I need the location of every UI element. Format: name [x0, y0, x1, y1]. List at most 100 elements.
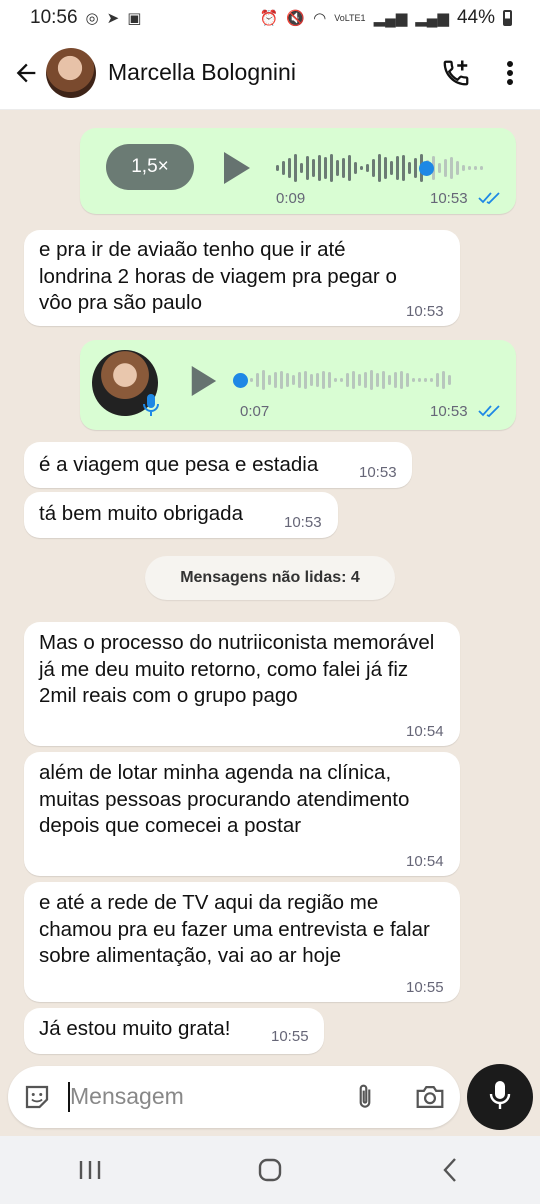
waveform-bar	[372, 159, 375, 177]
back-icon[interactable]	[420, 1145, 480, 1195]
waveform-bar	[388, 375, 391, 385]
network-label: VoLTE1	[334, 12, 366, 23]
waveform-bar	[294, 154, 297, 182]
waveform-bar	[334, 378, 337, 382]
chat-header: Marcella Bolognini	[0, 36, 540, 110]
add-call-icon[interactable]	[434, 51, 478, 95]
waveform-bar	[364, 372, 367, 388]
waveform-bar	[340, 378, 343, 382]
waveform-bar	[384, 157, 387, 179]
message-time: 10:53	[359, 464, 397, 481]
message-text: é a viagem que pesa e estadia	[39, 453, 319, 476]
waveform-bar	[418, 378, 421, 382]
waveform-bar	[456, 161, 459, 175]
message-bubble[interactable]: Mas o processo do nutriiconista memoráve…	[24, 622, 460, 746]
waveform-bar	[292, 375, 295, 385]
message-text: Já estou muito grata!	[39, 1017, 231, 1040]
audio-waveform[interactable]	[233, 364, 451, 396]
playback-position-knob[interactable]	[233, 373, 248, 388]
message-bubble[interactable]: tá bem muito obrigada 10:53	[24, 492, 338, 538]
voice-record-button[interactable]	[467, 1064, 533, 1130]
waveform-bar	[358, 374, 361, 386]
message-time: 10:53	[406, 303, 444, 320]
message-time: 10:54	[406, 853, 444, 870]
waveform-bar	[282, 161, 285, 175]
message-text: além de lotar minha agenda na clínica, m…	[39, 761, 410, 837]
waveform-bar	[474, 166, 477, 170]
message-bubble[interactable]: é a viagem que pesa e estadia 10:53	[24, 442, 412, 488]
message-text: e até a rede de TV aqui da região me cha…	[39, 891, 430, 967]
audio-duration: 0:07	[240, 403, 270, 420]
sticker-icon[interactable]	[22, 1082, 52, 1117]
system-navigation-bar	[0, 1136, 540, 1204]
waveform-bar	[330, 154, 333, 182]
waveform-bar	[430, 378, 433, 382]
waveform-bar	[318, 155, 321, 181]
message-time: 10:55	[406, 979, 444, 996]
back-arrow-icon[interactable]	[6, 53, 46, 93]
camera-icon[interactable]	[414, 1082, 446, 1117]
message-time: 10:55	[271, 1028, 309, 1045]
message-bubble[interactable]: e até a rede de TV aqui da região me cha…	[24, 882, 460, 1002]
mute-icon: 🔇	[286, 10, 306, 27]
home-icon[interactable]	[240, 1145, 300, 1195]
waveform-bar	[256, 373, 259, 387]
waveform-bar	[280, 371, 283, 389]
waveform-bar	[276, 165, 279, 171]
contact-name[interactable]: Marcella Bolognini	[108, 59, 434, 86]
alarm-icon: ⏰	[259, 10, 279, 27]
waveform-bar	[298, 372, 301, 388]
waveform-bar	[390, 161, 393, 175]
message-time: 10:53	[430, 190, 468, 207]
waveform-bar	[346, 373, 349, 387]
chat-area[interactable]: 1,5× 0:09 10:53 e pra ir de aviaão tenho…	[0, 110, 540, 1134]
battery-icon	[503, 10, 512, 26]
play-icon[interactable]	[220, 150, 252, 191]
playback-position-knob[interactable]	[419, 161, 434, 176]
play-icon[interactable]	[188, 364, 218, 403]
message-composer: Mensagem	[8, 1066, 460, 1128]
mic-icon	[142, 392, 160, 423]
message-bubble[interactable]: além de lotar minha agenda na clínica, m…	[24, 752, 460, 876]
waveform-bar	[306, 156, 309, 180]
message-time: 10:53	[430, 403, 468, 420]
audio-message[interactable]: 0:07 10:53	[80, 340, 516, 430]
waveform-bar	[436, 373, 439, 387]
waveform-bar	[360, 166, 363, 170]
notification-icon: ▣	[127, 10, 142, 27]
more-vert-icon[interactable]	[488, 51, 532, 95]
waveform-bar	[414, 158, 417, 178]
waveform-bar	[268, 375, 271, 385]
waveform-bar	[336, 160, 339, 176]
mic-icon	[488, 1079, 512, 1116]
attach-icon[interactable]	[352, 1082, 378, 1117]
message-bubble[interactable]: e pra ir de aviaão tenho que ir até lond…	[24, 230, 460, 326]
battery-level: 44%	[456, 7, 495, 28]
waveform-bar	[412, 378, 415, 382]
wifi-icon: ◠	[313, 10, 327, 27]
playback-speed-button[interactable]: 1,5×	[106, 144, 194, 190]
waveform-bar	[348, 155, 351, 181]
waveform-bar	[376, 373, 379, 387]
waveform-bar	[468, 166, 471, 170]
double-check-icon	[478, 191, 502, 210]
signal-icon: ▂▄▆	[373, 10, 408, 27]
waveform-bar	[322, 371, 325, 389]
message-input[interactable]: Mensagem	[70, 1083, 184, 1110]
audio-waveform[interactable]	[276, 152, 483, 184]
waveform-bar	[312, 159, 315, 177]
message-text: Mas o processo do nutriiconista memoráve…	[39, 631, 435, 707]
telegram-notification-icon: ➤	[106, 10, 120, 27]
recents-icon[interactable]	[60, 1145, 120, 1195]
waveform-bar	[408, 162, 411, 174]
waveform-bar	[324, 157, 327, 179]
waveform-bar	[462, 165, 465, 171]
contact-avatar[interactable]	[46, 47, 96, 98]
waveform-bar	[448, 375, 451, 385]
message-bubble[interactable]: Já estou muito grata! 10:55	[24, 1008, 324, 1054]
waveform-bar	[300, 163, 303, 173]
waveform-bar	[286, 373, 289, 387]
audio-message[interactable]: 1,5× 0:09 10:53	[80, 128, 516, 214]
waveform-bar	[354, 162, 357, 174]
waveform-bar	[310, 374, 313, 386]
